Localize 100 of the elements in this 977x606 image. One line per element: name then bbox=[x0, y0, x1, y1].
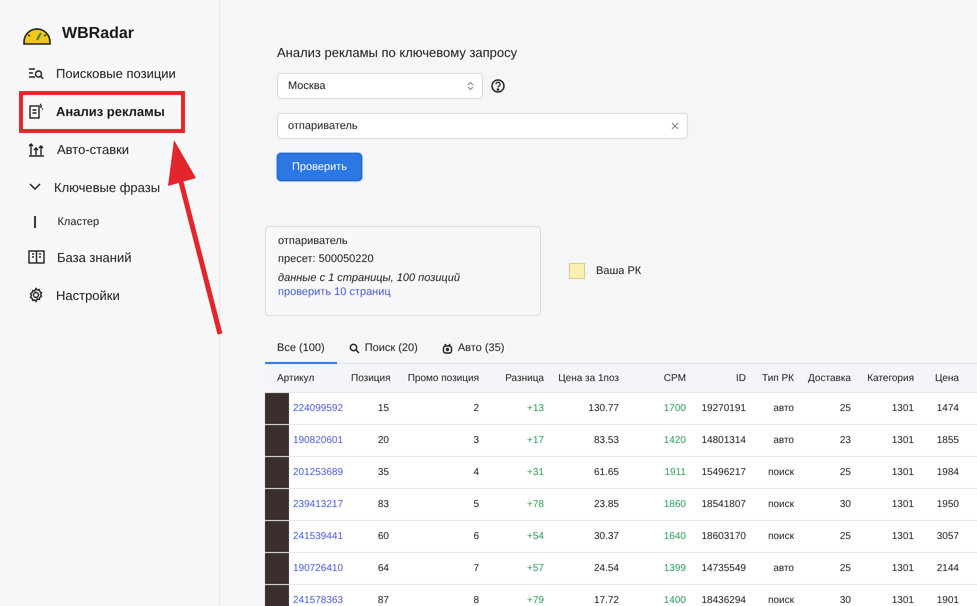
table-cell: 23.85 bbox=[550, 488, 625, 520]
search-list-icon bbox=[28, 66, 44, 80]
table-cell: 5 bbox=[395, 488, 485, 520]
table-cell: поиск bbox=[752, 520, 800, 552]
table-cell: 25 bbox=[800, 456, 857, 488]
photo-placeholder bbox=[265, 521, 289, 552]
table-cell: поиск bbox=[752, 488, 800, 520]
table-cell: 8 bbox=[395, 584, 485, 606]
check-button[interactable]: Проверить bbox=[277, 153, 362, 181]
photo-placeholder bbox=[265, 425, 289, 456]
table-cell: +79 bbox=[485, 584, 550, 606]
article-link[interactable]: 241578363 bbox=[293, 595, 344, 606]
table-cell: 2 bbox=[395, 392, 485, 424]
sidebar-item[interactable]: Настройки bbox=[0, 276, 190, 314]
robot-icon bbox=[442, 342, 453, 354]
article-link[interactable]: 241539441 bbox=[293, 531, 344, 542]
app-name: WBRadar bbox=[62, 25, 134, 43]
table-cell: авто bbox=[752, 424, 800, 456]
column-header: Артикул bbox=[265, 364, 345, 392]
chart-arrows-icon bbox=[28, 141, 45, 157]
region-select[interactable]: Москва bbox=[277, 73, 483, 99]
article-link[interactable]: 239413217 bbox=[293, 499, 344, 510]
table-cell: 30 bbox=[800, 488, 857, 520]
query-text: отпариватель bbox=[278, 235, 349, 247]
table-cell: авто bbox=[752, 552, 800, 584]
column-header: CPM bbox=[625, 364, 692, 392]
column-header: Разница bbox=[485, 364, 550, 392]
table-cell: 30 bbox=[800, 584, 857, 606]
column-header: Доставка bbox=[800, 364, 857, 392]
table-cell: +54 bbox=[485, 520, 550, 552]
query-field[interactable]: отпариватель bbox=[277, 113, 688, 139]
table-cell: 18603170 bbox=[692, 520, 752, 552]
table-cell: 61.65 bbox=[550, 456, 625, 488]
table-cell: 1301 bbox=[857, 488, 920, 520]
article-link[interactable]: 224099592 bbox=[293, 403, 344, 414]
column-header: Цена за 1поз bbox=[550, 364, 625, 392]
tab[interactable]: Авто (35) bbox=[430, 338, 516, 364]
table-cell: 17.72 bbox=[550, 584, 625, 606]
sidebar-item[interactable]: База знаний bbox=[0, 238, 190, 276]
tree-line bbox=[34, 216, 36, 228]
table-cell: +17 bbox=[485, 424, 550, 456]
table-cell: 130.77 bbox=[550, 392, 625, 424]
table-cell: 1301 bbox=[857, 424, 920, 456]
table-cell: 30.37 bbox=[550, 520, 625, 552]
table-cell: 3 bbox=[395, 424, 485, 456]
table-cell: 1860 bbox=[625, 488, 692, 520]
table-cell: 1855 bbox=[920, 424, 965, 456]
table-cell: 20 bbox=[345, 424, 395, 456]
table-cell: 1474 bbox=[920, 392, 965, 424]
sidebar-item[interactable]: Кластер bbox=[0, 206, 190, 238]
table-cell: 1301 bbox=[857, 456, 920, 488]
column-header: Тип РК bbox=[752, 364, 800, 392]
data-note: данные с 1 страницы, 100 позиций bbox=[278, 272, 461, 284]
table-cell: 1950 bbox=[920, 488, 965, 520]
table-cell: 1420 bbox=[625, 424, 692, 456]
sidebar-item[interactable]: Поисковые позиции bbox=[0, 54, 190, 92]
sidebar-item[interactable]: Ключевые фразы bbox=[0, 168, 190, 206]
table-cell: 1301 bbox=[857, 552, 920, 584]
settings-icon bbox=[28, 287, 44, 303]
sidebar-item[interactable]: Авто-ставки bbox=[0, 130, 190, 168]
table-cell: 1901 bbox=[920, 584, 965, 606]
table-cell: 18436294 bbox=[692, 584, 752, 606]
search-icon bbox=[348, 342, 360, 354]
table-cell: 83 bbox=[345, 488, 395, 520]
table-cell: 4 bbox=[395, 456, 485, 488]
table-cell: 87 bbox=[345, 584, 395, 606]
table-cell: 35 bbox=[345, 456, 395, 488]
article-link[interactable]: 201253689 bbox=[293, 467, 344, 478]
article-link[interactable]: 190726410 bbox=[293, 563, 344, 574]
table-cell: 7 bbox=[395, 552, 485, 584]
photo-placeholder bbox=[265, 457, 289, 488]
table-cell: 1400 bbox=[625, 584, 692, 606]
table-cell: +13 bbox=[485, 392, 550, 424]
clear-icon bbox=[671, 122, 679, 130]
table-cell: поиск bbox=[752, 456, 800, 488]
table-cell: 3057 bbox=[920, 520, 965, 552]
sidebar-item[interactable]: Анализ рекламы bbox=[0, 92, 190, 130]
sort-caret-icon bbox=[467, 81, 474, 91]
table-cell: +31 bbox=[485, 456, 550, 488]
table-cell: 6 bbox=[395, 520, 485, 552]
table-cell: 1640 bbox=[625, 520, 692, 552]
book-icon bbox=[28, 249, 45, 265]
photo-placeholder bbox=[265, 489, 289, 520]
table-cell: 60 bbox=[345, 520, 395, 552]
table-cell: 14801314 bbox=[692, 424, 752, 456]
table-cell: авто bbox=[752, 392, 800, 424]
table-cell: 15496217 bbox=[692, 456, 752, 488]
page-title: Анализ рекламы по ключевому запросу bbox=[277, 45, 518, 60]
table-cell: 19270191 bbox=[692, 392, 752, 424]
table-cell: 1700 bbox=[625, 392, 692, 424]
table-cell: 23 bbox=[800, 424, 857, 456]
table-cell: 25 bbox=[800, 552, 857, 584]
check-pages-link[interactable]: проверить 10 страниц bbox=[278, 286, 528, 298]
table-cell: 1399 bbox=[625, 552, 692, 584]
column-header: Цена bbox=[920, 364, 965, 392]
help-icon bbox=[491, 79, 505, 93]
table-cell: 1301 bbox=[857, 392, 920, 424]
tab[interactable]: Поиск (20) bbox=[336, 338, 430, 364]
article-link[interactable]: 190820601 bbox=[293, 435, 344, 446]
table-cell: +78 bbox=[485, 488, 550, 520]
